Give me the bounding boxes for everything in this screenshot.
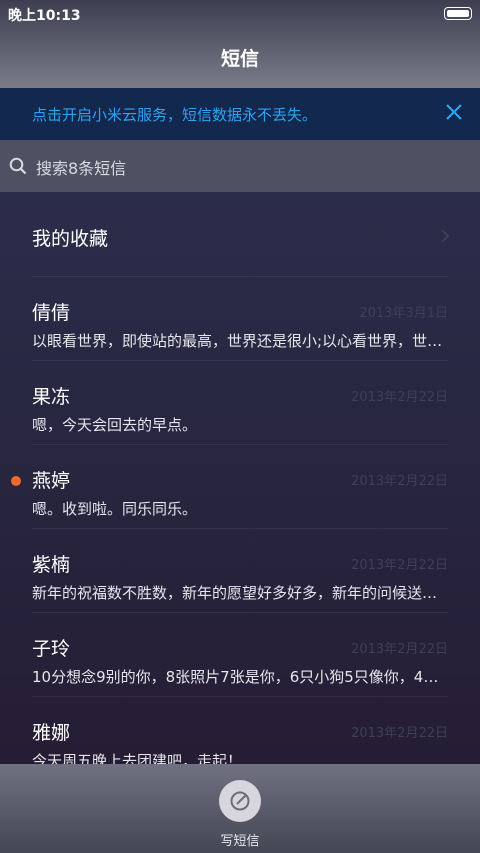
status-bar: 晚上10:13: [0, 0, 480, 28]
conversation-item[interactable]: 燕婷 2013年2月22日 嗯。收到啦。同乐同乐。: [0, 444, 480, 528]
close-icon[interactable]: [444, 102, 464, 122]
compose-label[interactable]: 写短信: [0, 830, 480, 849]
message-preview: 新年的祝福数不胜数，新年的愿望好多好多，新年的问候送给你: [32, 584, 450, 602]
battery-icon: [444, 7, 472, 20]
message-date: 2013年2月22日: [351, 390, 448, 405]
search-bar[interactable]: 搜索8条短信: [0, 140, 480, 192]
conversation-item[interactable]: 雅娜 2013年2月22日 今天周五晚上去团建吧，走起！: [0, 696, 480, 764]
contact-name: 倩倩: [32, 302, 71, 324]
message-date: 2013年2月22日: [351, 726, 448, 741]
conversation-item[interactable]: 果冻 2013年2月22日 嗯，今天会回去的早点。: [0, 360, 480, 444]
message-date: 2013年2月22日: [351, 558, 448, 573]
bottom-bar: 写短信: [0, 764, 480, 853]
search-icon: [9, 157, 27, 175]
status-time: 晚上10:13: [8, 8, 81, 24]
conversation-list: 我的收藏 倩倩 2013年3月1日 以眼看世界，即使站的最高，世界还是很小;以心…: [0, 192, 480, 764]
contact-name: 燕婷: [32, 470, 71, 492]
message-date: 2013年2月22日: [351, 642, 448, 657]
search-input[interactable]: 搜索8条短信: [36, 155, 126, 179]
cloud-service-banner[interactable]: 点击开启小米云服务，短信数据永不丢失。: [0, 88, 480, 140]
unread-dot-icon: [11, 476, 21, 486]
message-preview: 今天周五晚上去团建吧，走起！: [32, 752, 243, 764]
message-preview: 嗯。收到啦。同乐同乐。: [32, 500, 198, 518]
favorites-label: 我的收藏: [32, 228, 109, 250]
message-preview: 10分想念9别的你，8张照片7张是你，6只小狗5只像你，4季如春: [32, 668, 450, 686]
contact-name: 紫楠: [32, 554, 71, 576]
banner-text[interactable]: 点击开启小米云服务，短信数据永不丢失。: [32, 104, 317, 125]
compose-icon: [230, 791, 250, 811]
message-date: 2013年3月1日: [359, 306, 448, 321]
contact-name: 雅娜: [32, 722, 71, 744]
contact-name: 果冻: [32, 386, 71, 408]
contact-name: 子玲: [32, 638, 71, 660]
message-preview: 以眼看世界，即使站的最高，世界还是很小;以心看世界，世界就会宽广无比: [32, 332, 450, 350]
conversation-item[interactable]: 倩倩 2013年3月1日 以眼看世界，即使站的最高，世界还是很小;以心看世界，世…: [0, 276, 480, 360]
top-bar: 晚上10:13 短信: [0, 0, 480, 88]
page-title: 短信: [220, 48, 259, 70]
message-date: 2013年2月22日: [351, 474, 448, 489]
conversation-item[interactable]: 子玲 2013年2月22日 10分想念9别的你，8张照片7张是你，6只小狗5只像…: [0, 612, 480, 696]
chevron-right-icon: [441, 229, 450, 243]
conversation-item[interactable]: 紫楠 2013年2月22日 新年的祝福数不胜数，新年的愿望好多好多，新年的问候送…: [0, 528, 480, 612]
message-preview: 嗯，今天会回去的早点。: [32, 416, 198, 434]
favorites-row[interactable]: 我的收藏: [0, 192, 480, 276]
compose-button[interactable]: [219, 780, 261, 822]
